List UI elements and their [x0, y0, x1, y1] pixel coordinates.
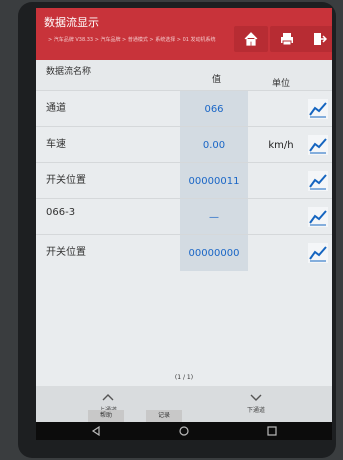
table-row[interactable]: 开关位置 00000011: [36, 162, 332, 199]
app-screen: 数据流显示 > 汽车品牌 V38.33 > 汽车品牌 > 普通模式 > 系统选择…: [36, 8, 332, 422]
table-row[interactable]: 066-3 —: [36, 198, 332, 235]
back-triangle-icon[interactable]: [90, 425, 102, 437]
home-icon: [244, 32, 258, 46]
row-name: 通道: [46, 103, 66, 114]
line-chart-icon[interactable]: [308, 135, 328, 155]
title-bar: 数据流显示 > 汽车品牌 V38.33 > 汽车品牌 > 普通模式 > 系统选择…: [36, 8, 332, 60]
print-button[interactable]: [270, 26, 304, 52]
chevron-down-icon: [250, 394, 262, 401]
column-header-value: 值: [212, 75, 222, 85]
row-value: 066: [180, 91, 248, 127]
row-unit: [258, 91, 304, 127]
line-chart-icon[interactable]: [308, 207, 328, 227]
row-name: 开关位置: [46, 175, 86, 186]
system-navigation-bar: [36, 422, 332, 440]
help-button[interactable]: 帮助: [88, 410, 124, 422]
row-unit: [258, 199, 304, 235]
table-row[interactable]: 车速 0.00 km/h: [36, 126, 332, 163]
table-header: 数据流名称 值 单位: [36, 60, 332, 90]
page-title: 数据流显示: [44, 16, 99, 29]
row-name: 066-3: [46, 207, 76, 218]
exit-button[interactable]: [302, 26, 332, 52]
row-unit: [258, 163, 304, 199]
exit-icon: [314, 33, 327, 45]
table-row[interactable]: 开关位置 00000000: [36, 234, 332, 271]
channel-down-button[interactable]: 下通道: [226, 386, 286, 414]
bottom-nav: 上通道 下通道 帮助 记录: [36, 386, 332, 422]
print-icon: [281, 33, 293, 46]
row-value: 00000011: [180, 163, 248, 199]
row-value: 00000000: [180, 235, 248, 271]
row-value: —: [180, 199, 248, 235]
row-value: 0.00: [180, 127, 248, 163]
recents-square-icon[interactable]: [266, 425, 278, 437]
home-circle-icon[interactable]: [178, 425, 190, 437]
column-header-name: 数据流名称: [46, 67, 92, 77]
channel-up-button[interactable]: 上通道: [78, 386, 138, 414]
row-name: 车速: [46, 139, 66, 150]
column-header-unit: 单位: [272, 79, 291, 89]
chevron-up-icon: [102, 394, 114, 401]
page-indicator: (1 / 1): [174, 374, 194, 381]
line-chart-icon[interactable]: [308, 243, 328, 263]
home-button[interactable]: [234, 26, 268, 52]
channel-down-label: 下通道: [246, 407, 265, 414]
record-button[interactable]: 记录: [146, 410, 182, 422]
breadcrumb: > 汽车品牌 V38.33 > 汽车品牌 > 普通模式 > 系统选择 > 01 …: [48, 37, 216, 43]
line-chart-icon[interactable]: [308, 171, 328, 191]
line-chart-icon[interactable]: [308, 99, 328, 119]
row-unit: km/h: [268, 139, 294, 151]
row-name: 开关位置: [46, 247, 86, 258]
table-row[interactable]: 通道 066: [36, 90, 332, 127]
row-unit: [258, 235, 304, 271]
